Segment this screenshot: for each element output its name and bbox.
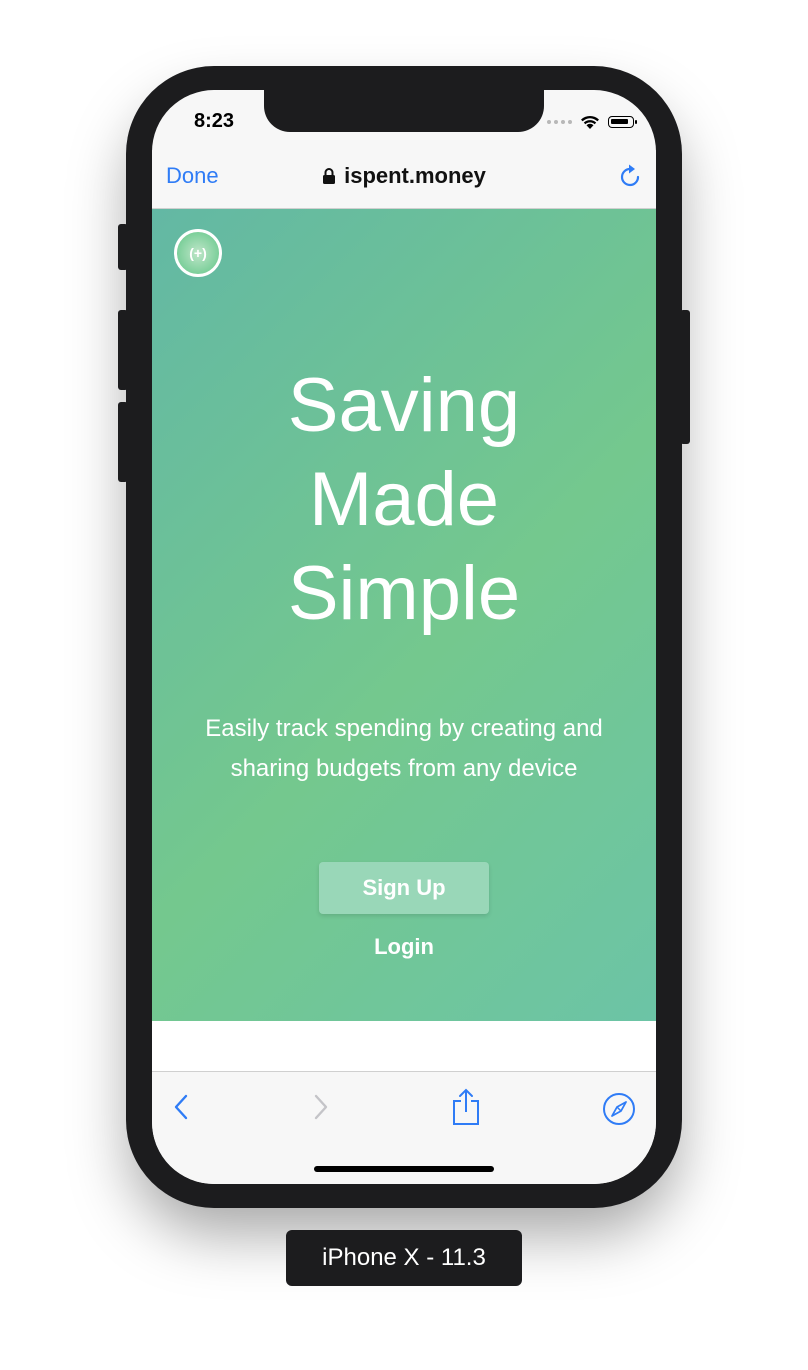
volume-down-button [118, 402, 128, 482]
hero-subtitle: Easily track spending by creating and sh… [172, 709, 636, 789]
device-label: iPhone X - 11.3 [286, 1230, 522, 1286]
forward-chevron-icon[interactable] [310, 1092, 330, 1122]
compass-icon[interactable] [602, 1092, 636, 1126]
notch [264, 90, 544, 132]
hero-title-line: Simple [287, 551, 521, 636]
hero-title-line: Saving [287, 363, 521, 448]
status-icons [547, 114, 637, 130]
hero-subtitle-line: Easily track spending by creating and [205, 715, 603, 742]
battery-icon [608, 116, 637, 128]
signup-button[interactable]: Sign Up [319, 862, 489, 914]
volume-up-button [118, 310, 128, 390]
page-footer-area [152, 1021, 656, 1071]
app-logo[interactable]: (+) [174, 229, 222, 277]
share-icon[interactable] [452, 1088, 480, 1126]
hero-section: (+) Saving Made Simple Easily track spen… [152, 209, 656, 1021]
browser-toolbar [152, 1071, 656, 1184]
hero-title-line: Made [308, 457, 500, 542]
silent-switch [118, 224, 128, 270]
url-field[interactable]: ispent.money [152, 163, 656, 189]
back-chevron-icon[interactable] [172, 1092, 192, 1122]
phone-screen: 8:23 Done ispent.money (+) Saving Made S… [152, 90, 656, 1184]
logo-text: (+) [189, 245, 207, 261]
hero-subtitle-line: sharing budgets from any device [230, 755, 578, 782]
lock-icon [323, 168, 336, 184]
hero-title: Saving Made Simple [152, 359, 656, 641]
wifi-icon [581, 115, 599, 129]
login-link[interactable]: Login [152, 934, 656, 960]
power-button [680, 310, 690, 444]
browser-url-bar: Done ispent.money [152, 150, 656, 209]
status-time: 8:23 [194, 110, 235, 132]
home-indicator[interactable] [314, 1166, 494, 1172]
reload-icon[interactable] [618, 163, 642, 189]
url-text: ispent.money [344, 163, 486, 188]
signal-icon [547, 120, 572, 124]
